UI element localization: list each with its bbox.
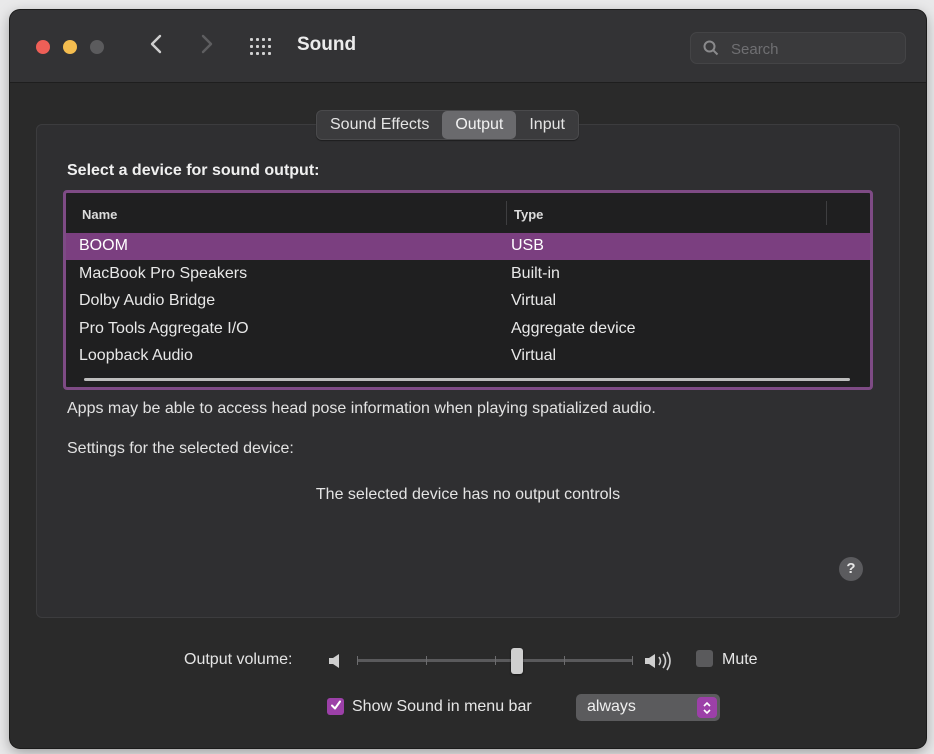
speaker-high-icon xyxy=(643,651,673,676)
horizontal-scrollbar[interactable] xyxy=(84,378,850,381)
forward-button[interactable] xyxy=(192,30,222,62)
output-volume-slider[interactable] xyxy=(357,646,633,676)
table-row[interactable]: Loopback Audio Virtual xyxy=(66,343,870,370)
slider-tick xyxy=(357,656,358,665)
device-name: BOOM xyxy=(79,237,128,254)
table-row[interactable]: MacBook Pro Speakers Built-in xyxy=(66,261,870,288)
column-divider[interactable] xyxy=(506,201,507,225)
output-device-table[interactable]: Name Type BOOM USB MacBook Pro Speakers … xyxy=(63,190,873,390)
output-device-heading: Select a device for sound output: xyxy=(67,162,320,179)
mute-checkbox[interactable] xyxy=(696,650,713,667)
show-all-grid-button[interactable] xyxy=(248,34,276,60)
device-name: Loopback Audio xyxy=(79,347,193,364)
table-row[interactable]: Dolby Audio Bridge Virtual xyxy=(66,288,870,315)
column-divider[interactable] xyxy=(826,201,827,225)
tab-sound-effects[interactable]: Sound Effects xyxy=(317,111,442,139)
device-name: Dolby Audio Bridge xyxy=(79,292,216,309)
mute-label: Mute xyxy=(722,651,758,668)
table-row[interactable]: Pro Tools Aggregate I/O Aggregate device xyxy=(66,316,870,343)
back-button[interactable] xyxy=(141,30,171,62)
selected-device-settings-label: Settings for the selected device: xyxy=(67,440,294,457)
checkmark-icon xyxy=(330,698,342,716)
forward-chevron-icon xyxy=(200,33,214,60)
back-chevron-icon xyxy=(149,33,163,60)
close-window-button[interactable] xyxy=(36,40,50,54)
output-volume-label: Output volume: xyxy=(184,651,293,668)
show-in-menu-bar-label: Show Sound in menu bar xyxy=(352,698,532,715)
slider-thumb[interactable] xyxy=(511,648,524,674)
no-output-controls-message: The selected device has no output contro… xyxy=(315,486,621,503)
minimize-window-button[interactable] xyxy=(63,40,77,54)
segmented-tabs: Sound Effects Output Input xyxy=(316,110,579,140)
search-input[interactable] xyxy=(729,38,898,60)
search-icon xyxy=(703,40,719,61)
updown-chevron-icon xyxy=(697,697,717,718)
device-type: Virtual xyxy=(511,347,557,364)
slider-tick xyxy=(495,656,496,665)
menu-bar-visibility-select[interactable]: always xyxy=(576,694,720,721)
head-pose-note: Apps may be able to access head pose inf… xyxy=(67,400,656,417)
column-header-name[interactable]: Name xyxy=(82,207,117,222)
window-title: Sound xyxy=(297,34,357,55)
speaker-low-icon xyxy=(327,652,343,675)
device-type: USB xyxy=(511,237,544,254)
slider-tick xyxy=(564,656,565,665)
slider-tick xyxy=(426,656,427,665)
device-type: Virtual xyxy=(511,292,557,309)
system-preferences-window: Sound Sound Effects Output Input Select … xyxy=(10,10,926,748)
show-in-menu-bar-checkbox[interactable] xyxy=(327,698,344,715)
search-field[interactable] xyxy=(690,32,906,64)
slider-tick xyxy=(632,656,633,665)
device-type: Built-in xyxy=(511,265,560,282)
tab-input[interactable]: Input xyxy=(516,111,578,139)
tab-output[interactable]: Output xyxy=(442,111,517,139)
help-button[interactable]: ? xyxy=(839,557,863,581)
device-type: Aggregate device xyxy=(511,320,636,337)
selected-option: always xyxy=(587,698,636,715)
device-name: Pro Tools Aggregate I/O xyxy=(79,320,249,337)
column-header-type[interactable]: Type xyxy=(514,207,543,222)
title-bar: Sound xyxy=(10,10,926,83)
table-header: Name Type xyxy=(66,193,870,234)
device-name: MacBook Pro Speakers xyxy=(79,265,248,282)
table-row[interactable]: BOOM USB xyxy=(66,233,870,260)
zoom-window-button[interactable] xyxy=(90,40,104,54)
